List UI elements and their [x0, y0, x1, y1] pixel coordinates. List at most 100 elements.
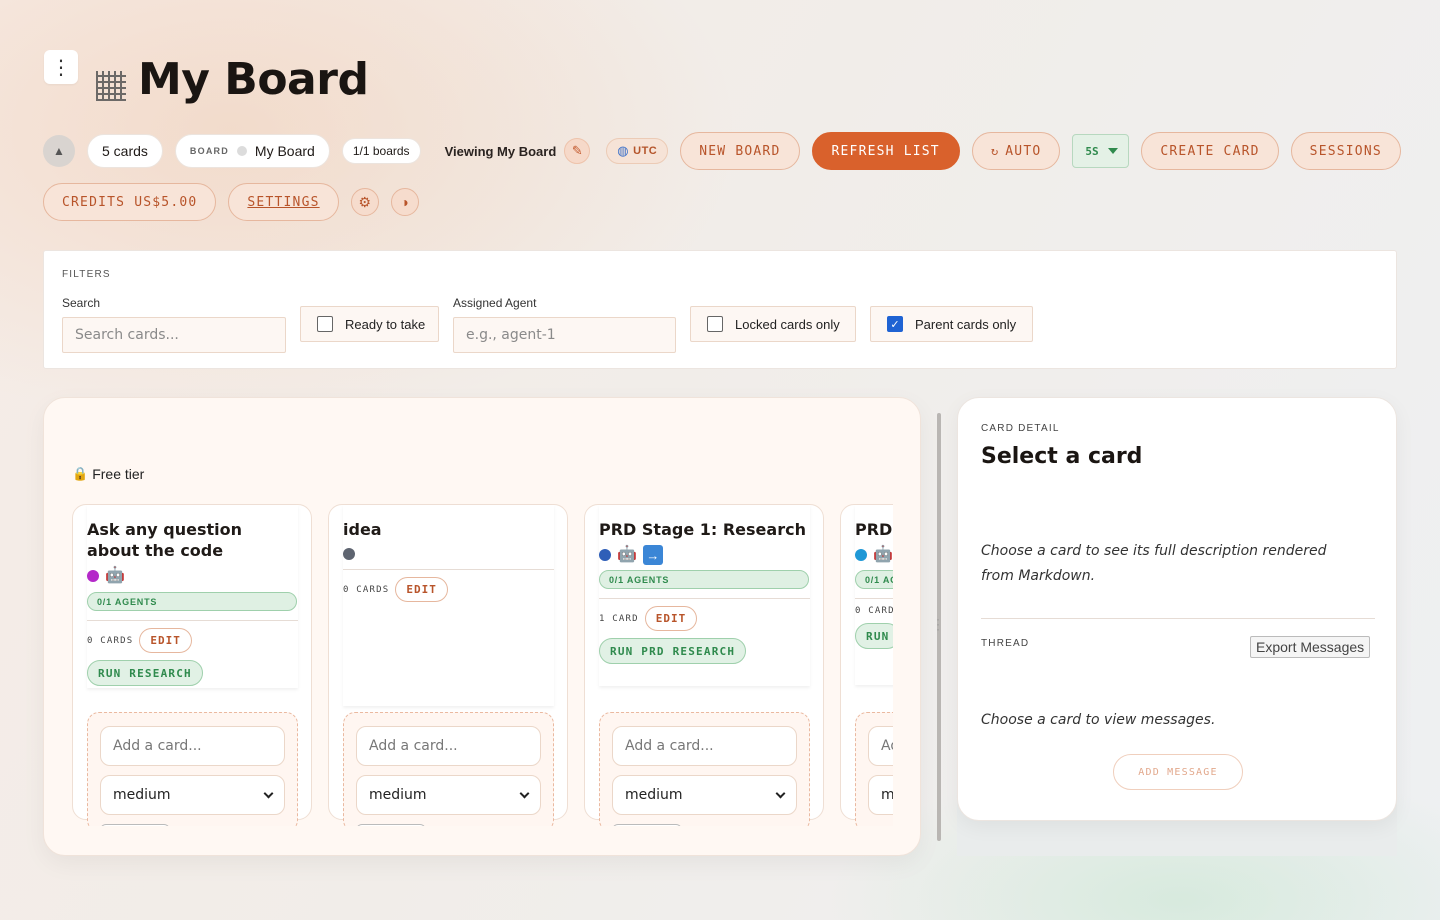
rename-board-button[interactable]: ✎ — [564, 138, 591, 164]
board-status-dot — [236, 146, 247, 156]
contrast-icon: ◑ — [400, 194, 409, 210]
priority-value: m — [881, 787, 893, 803]
add-card-form: medium — [87, 712, 298, 826]
priority-select[interactable]: m — [868, 775, 893, 815]
priority-select[interactable]: medium — [612, 775, 797, 815]
export-messages-button[interactable]: Export Messages — [1250, 636, 1371, 658]
column-edit-button[interactable]: EDIT — [139, 628, 192, 653]
assigned-agent-input[interactable] — [453, 317, 676, 353]
theme-toggle-button[interactable]: ◑ — [390, 188, 419, 216]
column-count-row: 1 CARD EDIT — [599, 599, 810, 638]
status-dot — [599, 549, 611, 561]
robot-icon: 🤖 — [105, 567, 125, 584]
ready-to-take-label: Ready to take — [345, 316, 426, 332]
column-prd-stage-1: PRD Stage 1: Research 🤖 → 0/1 AGENTS 1 C… — [584, 504, 824, 826]
locked-cards-checkbox[interactable] — [707, 316, 723, 332]
add-card-submit-button[interactable] — [100, 824, 170, 826]
agents-badge: 0/1 AG — [855, 570, 893, 589]
column-title: PRD S — [855, 520, 893, 539]
ready-to-take-checkbox[interactable] — [317, 316, 333, 332]
timezone-label: UTC — [633, 145, 658, 157]
card-detail-description: Choose a card to see its full descriptio… — [981, 543, 1327, 584]
column-header: PRD Stage 1: Research 🤖 → 0/1 AGENTS 1 C… — [599, 505, 810, 686]
priority-select[interactable]: medium — [356, 775, 541, 815]
tier-badge: 🔒 Free tier — [72, 466, 144, 482]
menu-button[interactable]: ⋮ — [44, 50, 78, 84]
robot-icon: 🤖 — [617, 546, 637, 563]
credits-button[interactable]: CREDITS US$5.00 — [43, 183, 217, 221]
collapse-toolbar-button[interactable]: ▲ — [43, 135, 75, 167]
toolbar-row-2: CREDITS US$5.00 SETTINGS ⚙ ◑ — [43, 183, 431, 221]
agents-badge: 0/1 AGENTS — [87, 592, 297, 611]
columns-scroll-area[interactable]: Ask any question about the code 🤖 0/1 AG… — [72, 504, 893, 826]
lock-icon: 🔒 — [72, 466, 89, 481]
search-label: Search — [62, 296, 101, 310]
filters-title: FILTERS — [62, 269, 111, 280]
tier-label: Free tier — [92, 466, 145, 482]
auto-refresh-label: AUTO — [1005, 143, 1042, 159]
parent-cards-checkbox[interactable]: ✓ — [887, 316, 903, 332]
priority-select[interactable]: medium — [100, 775, 285, 815]
filters-panel: FILTERS Search Ready to take Assigned Ag… — [43, 250, 1397, 369]
parent-cards-label: Parent cards only — [915, 316, 1017, 332]
thread-label: THREAD — [981, 638, 1030, 649]
refresh-list-button[interactable]: REFRESH LIST — [811, 132, 960, 170]
column-header: PRD S 🤖 0/1 AG 0 CARD RUN — [855, 505, 893, 685]
parent-cards-filter[interactable]: ✓ Parent cards only — [870, 306, 1033, 342]
column-count-row: 0 CARDS EDIT — [87, 621, 298, 660]
viewing-board-text: Viewing My Board — [444, 143, 557, 159]
settings-button[interactable]: SETTINGS — [228, 183, 339, 221]
column-edit-button[interactable]: EDIT — [395, 577, 448, 602]
globe-icon: ◍ — [617, 143, 630, 158]
column-status-row: 🤖 — [87, 566, 298, 586]
boards-count-pill: 1/1 boards — [341, 138, 421, 164]
sessions-button[interactable]: SESSIONS — [1290, 132, 1401, 170]
arrow-right-icon: → — [642, 545, 663, 565]
locked-cards-filter[interactable]: Locked cards only — [690, 306, 856, 342]
create-card-button[interactable]: CREATE CARD — [1141, 132, 1279, 170]
gear-button[interactable]: ⚙ — [350, 188, 379, 216]
run-prd-research-button[interactable]: RUN PRD RESEARCH — [599, 638, 747, 664]
column-title: PRD Stage 1: Research — [599, 520, 806, 539]
card-detail-label: CARD DETAIL — [981, 423, 1060, 434]
new-board-button[interactable]: NEW BOARD — [680, 132, 800, 170]
add-card-submit-button[interactable] — [612, 824, 682, 826]
auto-refresh-button[interactable]: ↻ AUTO — [971, 132, 1061, 170]
detail-divider — [981, 618, 1375, 619]
chevron-down-icon — [263, 788, 274, 798]
board-selector-name: My Board — [254, 143, 315, 159]
run-research-button[interactable]: RUN RESEARCH — [87, 660, 203, 686]
card-detail-panel: CARD DETAIL Select a card Choose a card … — [957, 397, 1397, 821]
column-edit-button[interactable]: EDIT — [644, 606, 698, 631]
thread-empty-message: Choose a card to view messages. — [981, 712, 1216, 728]
run-button[interactable]: RUN — [855, 623, 893, 649]
ready-to-take-filter[interactable]: Ready to take — [300, 306, 439, 342]
add-card-form: medium — [343, 712, 554, 826]
timezone-button[interactable]: ◍ UTC — [606, 138, 669, 164]
add-card-submit-button[interactable] — [356, 824, 426, 826]
pencil-icon: ✎ — [571, 143, 583, 158]
add-card-input[interactable] — [612, 726, 797, 766]
column-title: Ask any question about the code — [87, 520, 243, 560]
priority-value: medium — [625, 787, 683, 803]
add-card-input[interactable]: Ad — [868, 726, 893, 766]
agents-badge: 0/1 AGENTS — [599, 570, 809, 589]
refresh-interval-select[interactable]: 5S — [1072, 134, 1130, 168]
refresh-interval-value: 5S — [1085, 144, 1099, 158]
column-card-count: 0 CARDS — [87, 635, 134, 646]
column-status-row — [343, 545, 554, 563]
add-card-input[interactable] — [100, 726, 285, 766]
locked-cards-label: Locked cards only — [735, 316, 840, 332]
add-card-form: medium — [599, 712, 810, 826]
add-message-button[interactable]: ADD MESSAGE — [1113, 754, 1243, 790]
column-prd-stage-2: PRD S 🤖 0/1 AG 0 CARD RUN Ad m — [840, 504, 893, 826]
caret-down-icon — [1108, 148, 1119, 154]
column-count-row: 0 CARDS EDIT — [343, 570, 554, 706]
resize-handle-icon[interactable]: · · · — [936, 613, 940, 635]
column-title: idea — [343, 520, 382, 539]
add-card-input[interactable] — [356, 726, 541, 766]
search-input[interactable] — [62, 317, 286, 353]
refresh-icon: ↻ — [990, 144, 1000, 158]
board-selector-label: BOARD — [189, 146, 229, 156]
board-selector[interactable]: BOARD My Board — [174, 134, 330, 168]
